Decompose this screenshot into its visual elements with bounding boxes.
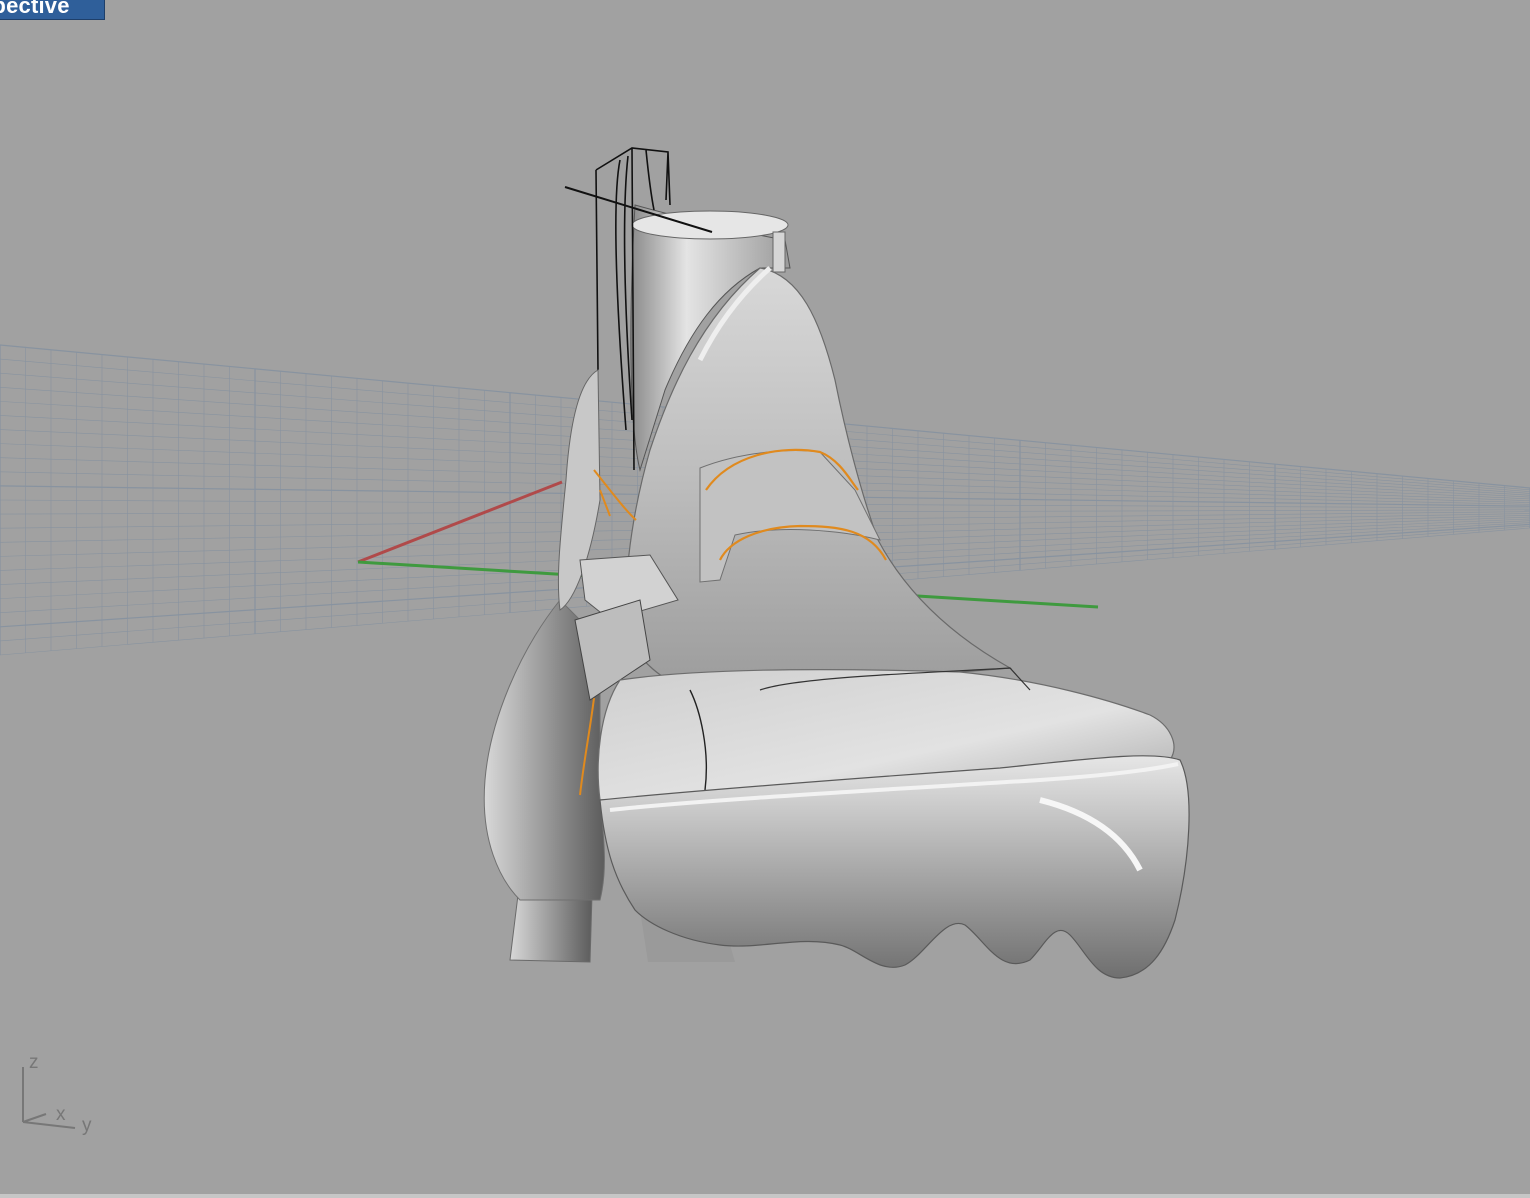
scene-canvas[interactable]: z x y [0, 0, 1530, 1194]
axis-y-label: y [82, 1115, 92, 1136]
axis-indicator: z x y [22, 1052, 92, 1136]
world-x-axis [357, 480, 563, 564]
axis-x-label: x [56, 1104, 66, 1125]
perspective-viewport[interactable]: spective [0, 0, 1530, 1198]
viewport-bottom-border [0, 1194, 1530, 1198]
collar-tab [772, 231, 786, 273]
boot-heel [509, 894, 593, 963]
boot-model[interactable] [483, 147, 1190, 979]
axis-z-label: z [29, 1052, 39, 1073]
